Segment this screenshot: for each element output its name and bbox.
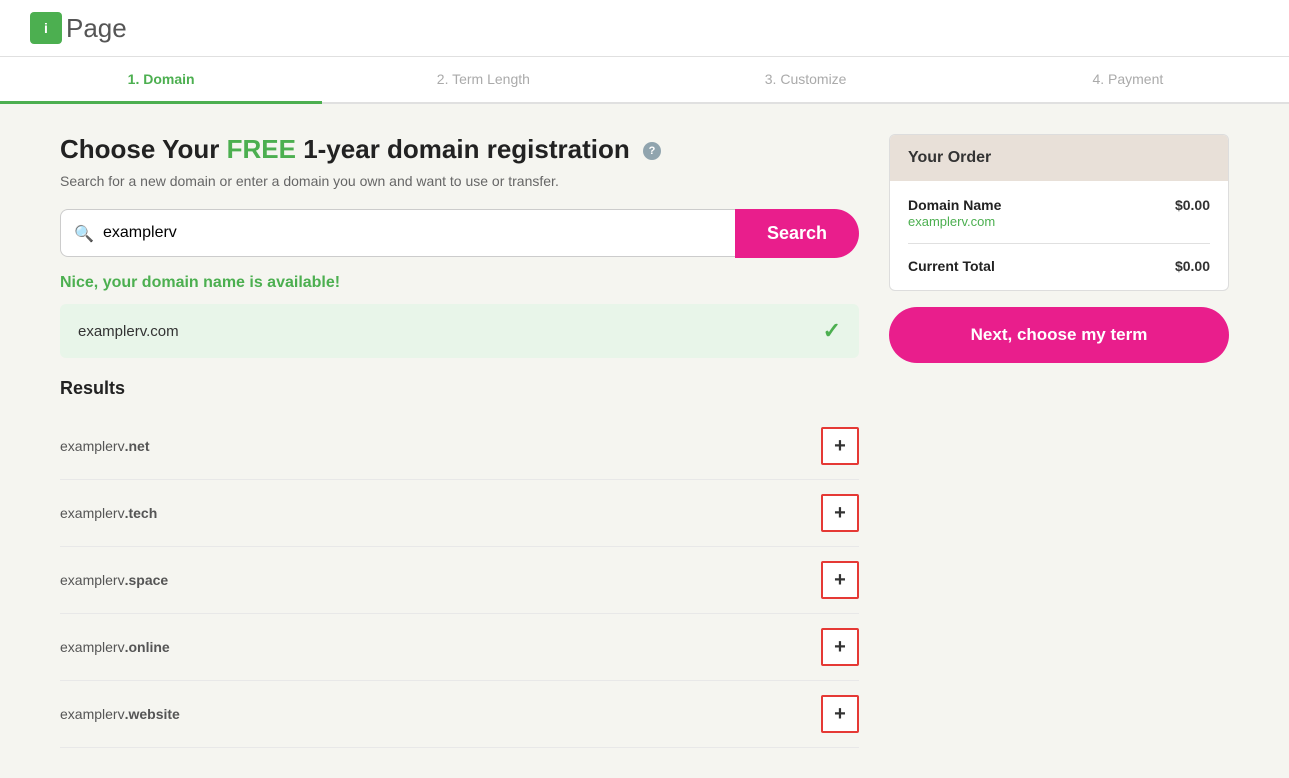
step-term-length[interactable]: 2. Term Length xyxy=(322,57,644,102)
results-title: Results xyxy=(60,378,859,399)
main-layout: Choose Your FREE 1-year domain registrat… xyxy=(0,104,1289,778)
result-domain-4: examplerv.website xyxy=(60,706,180,722)
header: i Page xyxy=(0,0,1289,57)
logo: i Page xyxy=(30,12,1259,44)
selected-domain-name: examplerv.com xyxy=(78,323,179,340)
order-domain-label: Domain Name xyxy=(908,197,1001,213)
order-box-header: Your Order xyxy=(890,135,1228,181)
result-domain-0: examplerv.net xyxy=(60,438,149,454)
add-button-3[interactable]: + xyxy=(821,628,859,666)
result-domain-2: examplerv.space xyxy=(60,572,168,588)
result-item: examplerv.online + xyxy=(60,614,859,681)
search-input-wrapper: 🔍 xyxy=(60,209,735,258)
order-domain-price: $0.00 xyxy=(1175,197,1210,213)
page-subtitle: Search for a new domain or enter a domai… xyxy=(60,173,859,189)
search-icon: 🔍 xyxy=(74,224,94,244)
results-list: examplerv.net + examplerv.tech + example… xyxy=(60,413,859,748)
content-area: Choose Your FREE 1-year domain registrat… xyxy=(60,134,859,748)
add-button-1[interactable]: + xyxy=(821,494,859,532)
logo-icon: i xyxy=(30,12,62,44)
search-button[interactable]: Search xyxy=(735,209,859,258)
result-item: examplerv.space + xyxy=(60,547,859,614)
result-domain-1: examplerv.tech xyxy=(60,505,157,521)
step-domain[interactable]: 1. Domain xyxy=(0,57,322,104)
result-item: examplerv.tech + xyxy=(60,480,859,547)
order-total-price: $0.00 xyxy=(1175,258,1210,274)
steps-nav: 1. Domain 2. Term Length 3. Customize 4.… xyxy=(0,57,1289,104)
info-icon[interactable]: ? xyxy=(643,142,661,160)
search-bar: 🔍 Search xyxy=(60,209,859,258)
result-item: examplerv.website + xyxy=(60,681,859,748)
logo-text: Page xyxy=(66,13,127,44)
step-customize[interactable]: 3. Customize xyxy=(645,57,967,102)
selected-domain-row: examplerv.com ✓ xyxy=(60,304,859,358)
check-icon: ✓ xyxy=(823,318,841,344)
sidebar: Your Order Domain Name examplerv.com $0.… xyxy=(889,134,1229,748)
add-button-4[interactable]: + xyxy=(821,695,859,733)
result-item: examplerv.net + xyxy=(60,413,859,480)
order-total-row: Current Total $0.00 xyxy=(908,258,1210,274)
page-title: Choose Your FREE 1-year domain registrat… xyxy=(60,134,859,165)
next-button[interactable]: Next, choose my term xyxy=(889,307,1229,363)
add-button-0[interactable]: + xyxy=(821,427,859,465)
order-domain-row: Domain Name examplerv.com $0.00 xyxy=(908,197,1210,229)
order-total-label: Current Total xyxy=(908,258,995,274)
order-domain-name: examplerv.com xyxy=(908,214,995,229)
order-box: Your Order Domain Name examplerv.com $0.… xyxy=(889,134,1229,291)
search-input[interactable] xyxy=(60,209,735,257)
step-payment[interactable]: 4. Payment xyxy=(967,57,1289,102)
available-message: Nice, your domain name is available! xyxy=(60,274,859,292)
add-button-2[interactable]: + xyxy=(821,561,859,599)
order-divider xyxy=(908,243,1210,244)
result-domain-3: examplerv.online xyxy=(60,639,170,655)
order-box-body: Domain Name examplerv.com $0.00 Current … xyxy=(890,181,1228,290)
